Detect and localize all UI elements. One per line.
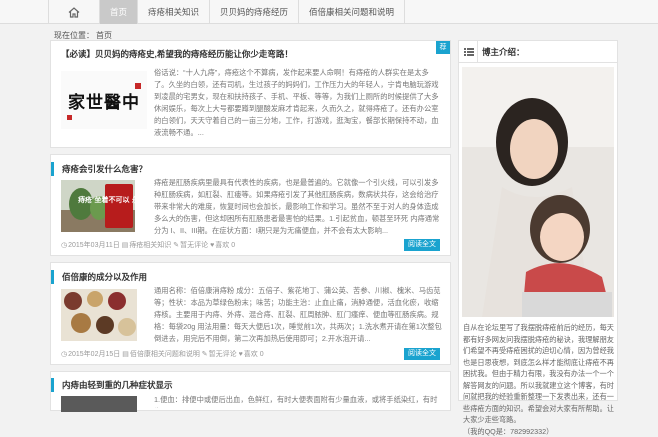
post-excerpt: 1.便血：排便中或便后出血，色鲜红，有时大便表面附有少量血液，或将手纸染红，有时… bbox=[154, 395, 438, 408]
post-card: 痔疮会引发什么危害？ 痔疮 坐着不可以 永远之苦 痔疮是肛肠疾病里最具有代表性的… bbox=[50, 154, 451, 256]
calligraphy-image: 家世醫中 bbox=[61, 71, 147, 129]
heart-icon: ♥ bbox=[238, 351, 243, 358]
divider bbox=[477, 41, 478, 63]
mother-child-photo bbox=[462, 67, 614, 317]
thumb-caption: 痔疮 坐着不可以 永远之苦 bbox=[78, 195, 135, 204]
post-comments[interactable]: 暂无评论 bbox=[209, 351, 237, 358]
post-excerpt: 痔疮是肛肠疾病里最具有代表性的疾病，也是最普遍的。它就像一个引火线，可以引发多种… bbox=[154, 178, 440, 235]
list-icon bbox=[464, 48, 474, 56]
sidebar-title: 博主介绍： bbox=[482, 47, 525, 57]
post-thumbnail[interactable]: 家世醫中 bbox=[61, 71, 147, 129]
post-category[interactable]: 佰倍康相关问题和说明 bbox=[130, 351, 200, 358]
cactus-image: 痔疮 坐着不可以 永远之苦 bbox=[61, 180, 135, 232]
post-title[interactable]: 痔疮会引发什么危害？ bbox=[51, 162, 147, 176]
post-category[interactable]: 痔疮相关知识 bbox=[129, 242, 171, 249]
post-date: 2015年02月15日 bbox=[68, 351, 121, 358]
sidebar-author-card: 博主介绍： 自从在论坛里写了我摆脱痔疮前后的经历，每天都有好多网友问我摆脱痔疮的… bbox=[458, 40, 618, 436]
nav-item-home-text[interactable]: 首页 bbox=[100, 0, 139, 24]
post-title[interactable]: 佰倍康的成分以及作用 bbox=[51, 270, 147, 284]
post-title[interactable]: 【必读】贝贝妈的痔疮史,希望我的痔疮经历能让你少走弯路！ bbox=[51, 43, 293, 65]
recommend-badge: 荐 bbox=[436, 41, 450, 54]
sidebar-header: 博主介绍： bbox=[459, 41, 617, 63]
post-title[interactable]: 内痔由轻到重的几种症状显示 bbox=[51, 378, 173, 392]
nav-item-hemorrhoid-knowledge[interactable]: 痔疮相关知识 bbox=[138, 0, 211, 24]
post-card-featured: 【必读】贝贝妈的痔疮史,希望我的痔疮经历能让你少走弯路！ 荐 家世醫中 俗话说：… bbox=[50, 40, 451, 148]
breadcrumb-current[interactable]: 首页 bbox=[96, 31, 112, 40]
comment-icon: ✎ bbox=[173, 242, 180, 249]
calligraphy-text: 家世醫中 bbox=[68, 92, 140, 113]
author-bio-text: 自从在论坛里写了我摆脱痔疮前后的经历，每天都有好多网友问我摆脱痔疮的秘诀，我理解… bbox=[463, 323, 614, 424]
folder-icon: ▤ bbox=[122, 351, 129, 358]
post-excerpt: 俗话说：“十人九痔”，痔疮这个不算病，发作起来要人命啊！有痔疮的人群实在是太多了… bbox=[154, 68, 439, 137]
author-photo bbox=[462, 67, 614, 317]
post-likes[interactable]: 喜欢 0 bbox=[244, 351, 264, 358]
top-navbar: 首页 痔疮相关知识 贝贝妈的痔疮经历 佰倍康相关问题和说明 bbox=[0, 0, 658, 24]
post-date: 2015年03月11日 bbox=[68, 242, 120, 249]
post-thumbnail[interactable]: 痔疮 坐着不可以 永远之苦 bbox=[61, 180, 135, 232]
nav-home[interactable] bbox=[48, 0, 100, 24]
clock-icon: ◷ bbox=[61, 242, 68, 249]
post-meta: ◷2015年03月11日 ▤痔疮相关知识 ✎暂无评论 ♥喜欢 0 bbox=[61, 240, 235, 250]
nav-item-beibei-mom-experience[interactable]: 贝贝妈的痔疮经历 bbox=[210, 0, 300, 24]
post-likes[interactable]: 喜欢 0 bbox=[215, 242, 235, 249]
folder-icon: ▤ bbox=[121, 242, 129, 249]
breadcrumb-prefix: 现在位置： bbox=[54, 31, 94, 40]
post-card: 内痔由轻到重的几种症状显示 1.便血：排便中或便后出血，色鲜红，有时大便表面附有… bbox=[50, 371, 451, 412]
herbs-image bbox=[61, 289, 137, 341]
read-more-button[interactable]: 阅读全文 bbox=[404, 239, 440, 251]
read-more-button[interactable]: 阅读全文 bbox=[404, 348, 440, 360]
post-card: 佰倍康的成分以及作用 通用名称：佰倍康消痔粉 成分：五倍子、紫花地丁、蒲公英、苦… bbox=[50, 262, 451, 365]
clock-icon: ◷ bbox=[61, 351, 68, 358]
post-thumbnail[interactable] bbox=[61, 289, 137, 341]
post-meta: ◷2015年02月15日 ▤佰倍康相关问题和说明 ✎暂无评论 ♥喜欢 0 bbox=[61, 349, 264, 359]
nav-menu: 首页 痔疮相关知识 贝贝妈的痔疮经历 佰倍康相关问题和说明 bbox=[48, 0, 406, 24]
author-bio: 自从在论坛里写了我摆脱痔疮前后的经历，每天都有好多网友问我摆脱痔疮的秘诀，我理解… bbox=[463, 322, 615, 437]
nav-item-baibeikang-faq[interactable]: 佰倍康相关问题和说明 bbox=[299, 0, 406, 24]
post-thumbnail[interactable] bbox=[61, 396, 137, 412]
home-icon bbox=[68, 6, 80, 18]
heart-icon: ♥ bbox=[210, 242, 215, 249]
post-excerpt: 通用名称：佰倍康消痔粉 成分：五倍子、紫花地丁、蒲公英、苦参、川椒、槐米、马齿苋… bbox=[154, 286, 442, 343]
author-qq: （我的QQ是：782992332） bbox=[463, 426, 554, 436]
post-comments[interactable]: 暂无评论 bbox=[180, 242, 208, 249]
comment-icon: ✎ bbox=[201, 351, 208, 358]
